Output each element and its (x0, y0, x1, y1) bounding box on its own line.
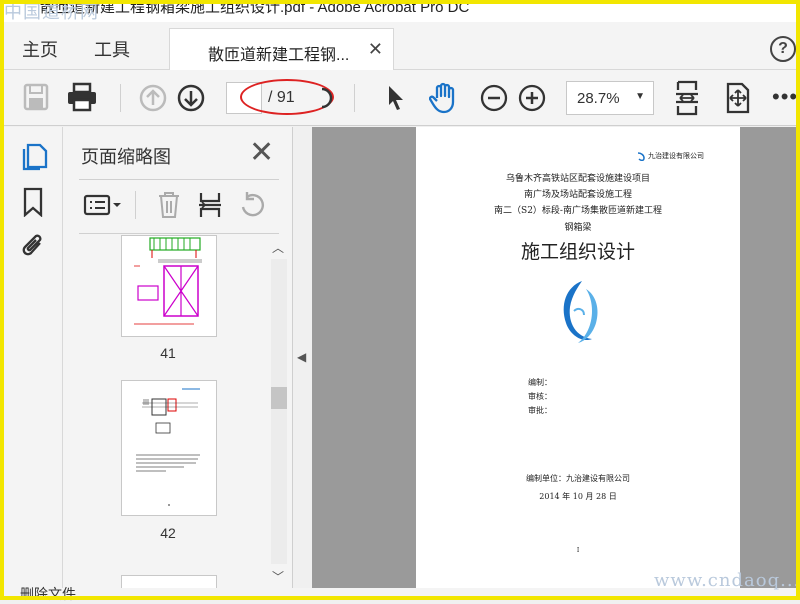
project-line-1: 乌鲁木齐高铁站区配套设施建设项目 (505, 174, 650, 184)
prepared-by-label: 编制： (528, 378, 552, 387)
print-icon[interactable] (66, 82, 98, 112)
select-pointer-icon[interactable] (386, 84, 406, 112)
help-icon[interactable]: ? (770, 36, 796, 62)
tab-home[interactable]: 主页 (22, 36, 58, 62)
thumbnail-label: 41 (160, 345, 176, 361)
toolbar-separator (135, 191, 136, 219)
project-line-4: 钢箱梁 (564, 223, 592, 233)
status-text: 删除文件 (20, 586, 76, 602)
hand-tool-icon[interactable] (429, 82, 459, 114)
thumbnail-page-41[interactable] (121, 235, 217, 337)
zoom-partial-icon[interactable] (320, 87, 334, 109)
watermark-bottom-right: www.cndaoq... (654, 570, 800, 591)
panel-title: 页面缩略图 (81, 147, 171, 167)
tab-bar: 主页 工具 散匝道新建工程钢... ✕ ? (4, 22, 796, 70)
watermark-top-left: 中国道桥网 (4, 2, 99, 23)
collapse-panel-icon[interactable]: ◀ (297, 350, 306, 364)
document-heading: 施工组织设计 (520, 241, 635, 263)
thumbnail-page-43[interactable] (121, 575, 217, 588)
main-toolbar: / 91 28.7% ▼ ••• (4, 70, 798, 126)
thumbnail-options-icon[interactable] (83, 193, 123, 217)
compiling-unit: 编制单位：九治建设有限公司 (526, 474, 630, 483)
rotate-page-icon[interactable] (239, 191, 267, 219)
tab-document-label: 散匝道新建工程钢... (208, 47, 350, 64)
chevron-up-icon[interactable]: ︿ (272, 239, 284, 256)
company-logo-icon (556, 277, 602, 349)
toolbar-separator (120, 84, 121, 112)
pdf-page: 九治建设有限公司 乌鲁木齐高铁站区配套设施建设项目 南广场及场站配套设施工程 南… (416, 127, 740, 588)
thumbnail-label: 42 (160, 525, 176, 541)
window-title: 散匝道新建工程钢箱梁施工组织设计.pdf - Adobe Acrobat Pro… (40, 0, 470, 16)
tab-document[interactable]: 散匝道新建工程钢... ✕ (169, 28, 394, 70)
thumbnail-page-42[interactable] (121, 380, 217, 516)
thumbnail-list: 41 42 (63, 235, 273, 588)
document-view[interactable]: 九治建设有限公司 乌鲁木齐高铁站区配套设施建设项目 南广场及场站配套设施工程 南… (312, 127, 796, 588)
reviewed-by-label: 审核： (528, 392, 552, 401)
panel-divider (79, 179, 279, 180)
attachment-icon[interactable] (20, 231, 46, 261)
company-logo-icon (636, 151, 646, 161)
previous-page-icon[interactable] (139, 84, 167, 112)
next-page-icon[interactable] (177, 84, 205, 112)
zoom-value: 28.7% (577, 90, 620, 107)
tab-tools[interactable]: 工具 (94, 36, 130, 62)
full-screen-icon[interactable] (724, 82, 752, 114)
document-date: 2014 年 10 月 28 日 (539, 492, 617, 501)
company-logo-text: 九治建设有限公司 (648, 152, 704, 160)
zoom-out-icon[interactable] (480, 84, 508, 112)
close-tab-icon[interactable]: ✕ (368, 39, 383, 60)
delete-page-icon[interactable] (157, 191, 181, 219)
fit-page-icon[interactable] (674, 80, 700, 116)
more-options-icon[interactable]: ••• (772, 84, 798, 110)
window-titlebar: 散匝道新建工程钢箱梁施工组织设计.pdf - Adobe Acrobat Pro… (4, 0, 796, 22)
page-footer-mark: I (576, 547, 580, 554)
toolbar-separator (354, 84, 355, 112)
project-line-3: 南二（S2）标段-南广场集散匝道新建工程 (494, 206, 662, 216)
scrollbar-track (271, 259, 287, 564)
close-panel-icon[interactable]: ✕ (249, 135, 274, 170)
chevron-down-icon: ▼ (635, 91, 645, 102)
project-line-2: 南广场及场站配套设施工程 (523, 190, 632, 200)
panel-divider (79, 233, 279, 234)
chevron-down-icon[interactable]: ﹀ (272, 568, 284, 585)
approved-by-label: 审批： (528, 406, 552, 415)
navigation-rail (4, 127, 63, 588)
thumbnails-panel: 页面缩略图 ✕ 41 42 ︿ ﹀ (63, 127, 293, 588)
save-icon[interactable] (22, 82, 50, 112)
zoom-in-icon[interactable] (518, 84, 546, 112)
page-thumbnails-icon[interactable] (20, 141, 48, 171)
scrollbar-thumb[interactable] (271, 387, 287, 409)
bookmark-icon[interactable] (22, 187, 44, 217)
insert-page-icon[interactable] (197, 191, 223, 219)
thumbnail-scrollbar[interactable]: ︿ ﹀ (268, 235, 290, 588)
zoom-dropdown[interactable]: 28.7% ▼ (566, 81, 654, 115)
